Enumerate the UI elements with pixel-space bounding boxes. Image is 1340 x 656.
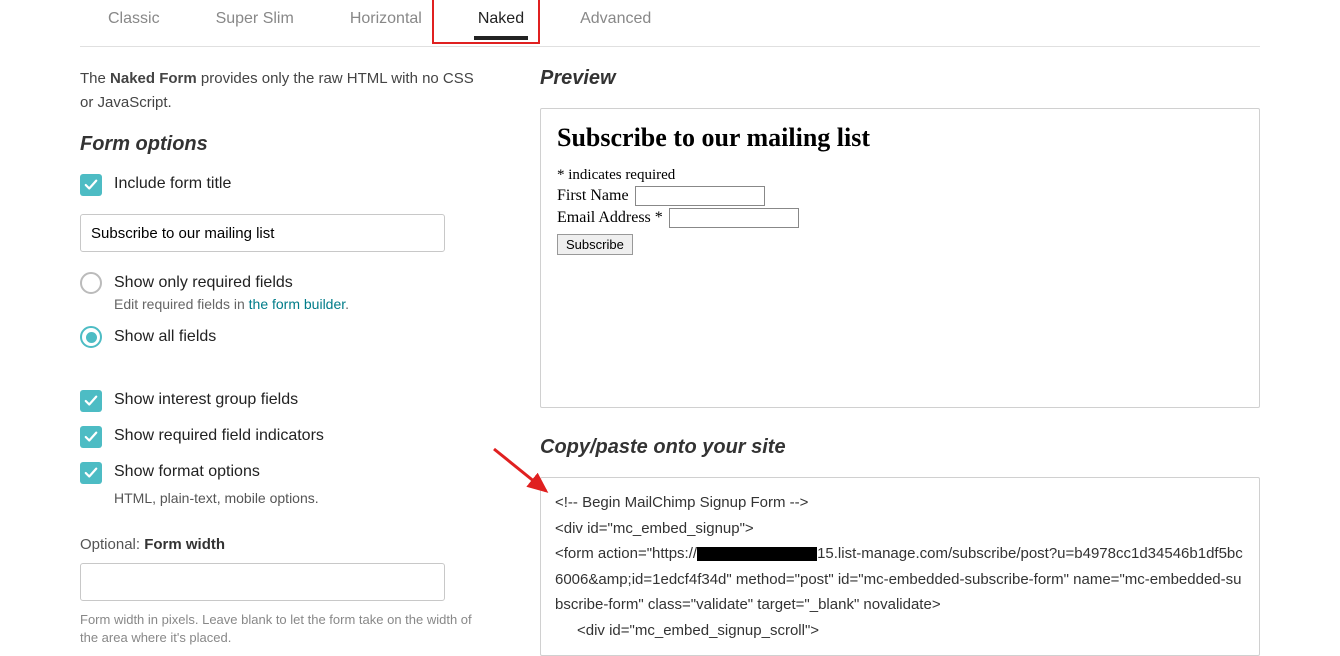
tab-naked[interactable]: Naked xyxy=(450,0,552,46)
preview-first-name-label: First Name xyxy=(557,187,629,205)
format-options-checkbox[interactable] xyxy=(80,462,102,484)
include-title-label: Include form title xyxy=(114,174,231,193)
show-only-required-radio[interactable] xyxy=(80,272,102,294)
show-only-required-label: Show only required fields xyxy=(114,274,293,292)
code-line-2: <div id="mc_embed_signup"> xyxy=(555,520,754,537)
format-options-label: Show format options xyxy=(114,462,260,481)
tab-advanced[interactable]: Advanced xyxy=(552,0,679,46)
tabs-bar: Classic Super Slim Horizontal Naked Adva… xyxy=(80,0,1260,47)
show-all-fields-label: Show all fields xyxy=(114,328,216,346)
required-indicators-checkbox[interactable] xyxy=(80,426,102,448)
preview-email-label: Email Address * xyxy=(557,209,663,227)
preview-title: Preview xyxy=(540,67,1260,90)
redacted-domain xyxy=(697,547,817,561)
code-panel[interactable]: <!-- Begin MailChimp Signup Form --> <di… xyxy=(540,477,1260,656)
form-width-label: Optional: Form width xyxy=(80,536,480,553)
interest-groups-label: Show interest group fields xyxy=(114,390,298,409)
form-options-title: Form options xyxy=(80,133,480,156)
preview-panel: Subscribe to our mailing list * indicate… xyxy=(540,108,1260,408)
code-line-4: <div id="mc_embed_signup_scroll"> xyxy=(555,618,1245,644)
preview-email-input[interactable] xyxy=(669,208,799,228)
form-width-help: Form width in pixels. Leave blank to let… xyxy=(80,611,480,647)
include-title-checkbox[interactable] xyxy=(80,174,102,196)
preview-subscribe-button[interactable]: Subscribe xyxy=(557,234,633,255)
form-title-input[interactable] xyxy=(80,214,445,252)
format-options-sub: HTML, plain-text, mobile options. xyxy=(114,490,480,506)
preview-required-note: * indicates required xyxy=(557,167,1243,184)
code-line-1: <!-- Begin MailChimp Signup Form --> xyxy=(555,494,808,511)
intro-text: The Naked Form provides only the raw HTM… xyxy=(80,67,480,115)
edit-required-help: Edit required fields in the form builder… xyxy=(114,296,480,312)
form-width-input[interactable] xyxy=(80,563,445,601)
required-indicators-label: Show required field indicators xyxy=(114,426,324,445)
form-builder-link[interactable]: the form builder xyxy=(249,296,346,312)
tab-classic[interactable]: Classic xyxy=(80,0,188,46)
show-all-fields-radio[interactable] xyxy=(80,326,102,348)
preview-heading: Subscribe to our mailing list xyxy=(557,123,1243,153)
code-title: Copy/paste onto your site xyxy=(540,436,1260,459)
interest-groups-checkbox[interactable] xyxy=(80,390,102,412)
tab-super-slim[interactable]: Super Slim xyxy=(188,0,322,46)
tab-horizontal[interactable]: Horizontal xyxy=(322,0,450,46)
code-line-3: <form action="https://15.list-manage.com… xyxy=(555,545,1243,613)
preview-first-name-input[interactable] xyxy=(635,186,765,206)
